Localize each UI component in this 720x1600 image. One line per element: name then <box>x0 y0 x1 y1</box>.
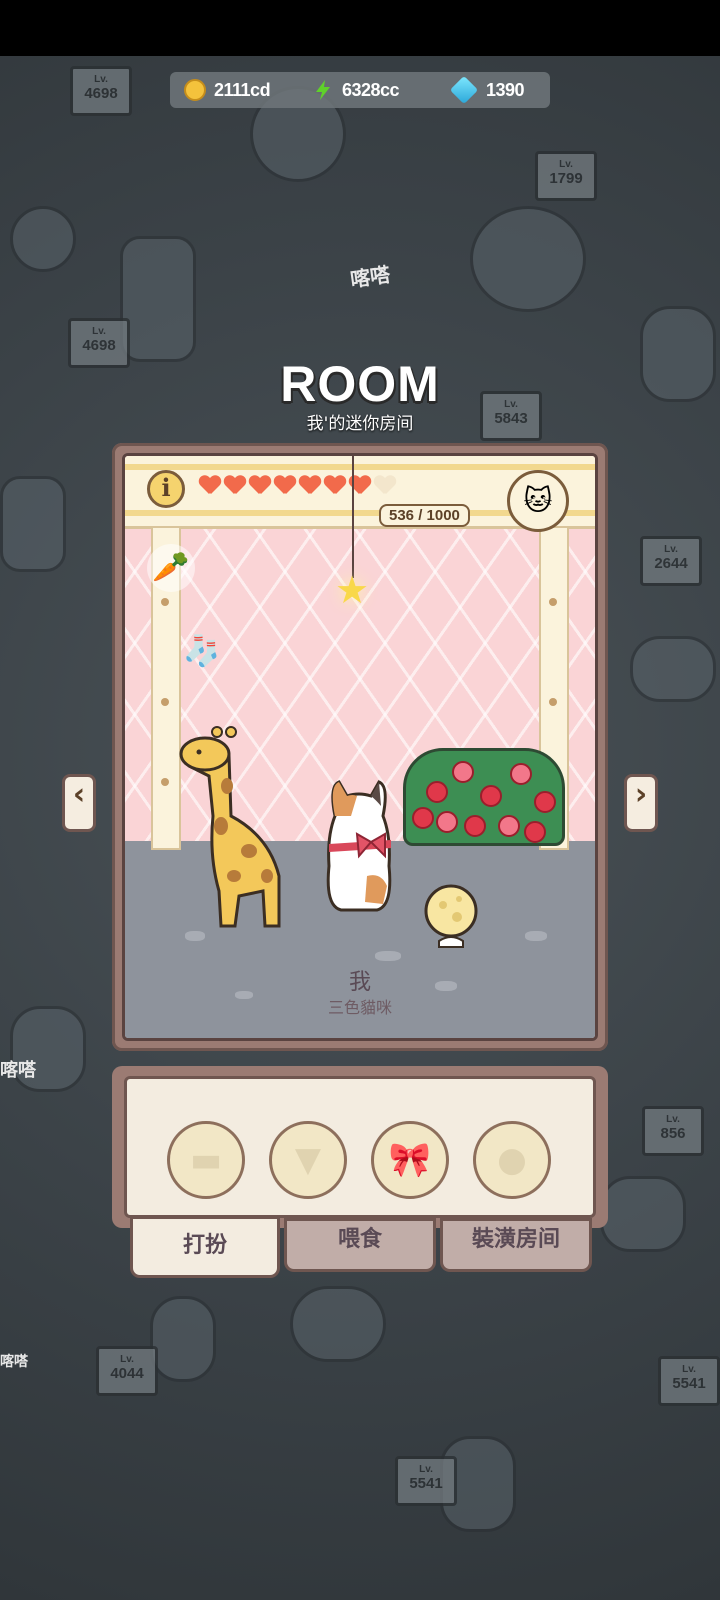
gem-icon <box>449 75 479 105</box>
owner-name: 我 <box>348 970 371 995</box>
collar-slot[interactable]: 🎀 <box>371 1121 449 1199</box>
cat-breed: 三色貓咪 <box>327 998 392 1017</box>
carrot-toy-icon[interactable]: 🥕 <box>147 544 195 592</box>
xp-counter: 536 / 1000 <box>379 504 470 527</box>
level-sign: Lv. 5541 <box>658 1356 720 1406</box>
wardrobe-slots: ▬ ▼ 🎀 ● <box>124 1076 596 1218</box>
calico-cat[interactable] <box>321 776 397 916</box>
energy-value: 6328cc <box>342 79 400 100</box>
lightning-icon <box>316 80 330 100</box>
sound-effect-text: 喀嗒 <box>348 262 392 292</box>
heart-icon <box>224 476 246 496</box>
energy-counter[interactable]: 6328cc <box>312 72 400 108</box>
hat-icon: ▬ <box>189 1140 223 1180</box>
gem-value: 1390 <box>486 79 525 100</box>
chevron-left-icon: ‹ <box>72 777 86 812</box>
level-sign: Lv. 4698 <box>70 66 132 116</box>
previous-room-button[interactable]: ‹ <box>62 774 96 832</box>
page-subtitle: 我'的迷你房间 <box>306 414 414 434</box>
face-slot[interactable]: ● <box>473 1121 551 1199</box>
heart-icon <box>249 476 271 496</box>
page-title: ROOM <box>280 356 440 412</box>
shirt-icon: ▼ <box>294 1140 322 1180</box>
giraffe-plush[interactable] <box>169 726 299 936</box>
coin-value: 2111cd <box>214 79 271 100</box>
level-sign: Lv. 856 <box>642 1106 704 1156</box>
moon-lamp[interactable] <box>423 883 479 951</box>
hanging-star-icon[interactable]: ★ <box>335 571 369 609</box>
coin-counter[interactable]: 2111cd <box>184 72 271 108</box>
tab-feed[interactable]: 喂食 <box>284 1218 436 1272</box>
cat-swap-icon: 🐱 <box>523 484 553 517</box>
switch-cat-button[interactable]: 🐱 <box>507 470 569 532</box>
bow-collar-icon: 🎀 <box>388 1140 432 1180</box>
level-sign: Lv. 1799 <box>535 151 597 201</box>
room-panel: i 536 / 1000 🐱 ★ 🥕 🧦 我 三色貓咪 <box>112 443 608 1051</box>
room-view: i 536 / 1000 🐱 ★ 🥕 🧦 我 三色貓咪 <box>122 453 598 1041</box>
status-bar <box>0 0 720 56</box>
coin-icon <box>184 79 206 101</box>
christmas-sock-icon[interactable]: 🧦 <box>183 634 220 669</box>
chevron-right-icon: › <box>634 777 648 812</box>
heart-icon <box>374 476 396 496</box>
cat-head-icon: ● <box>497 1140 527 1180</box>
sound-effect-text: 喀嗒 <box>0 1354 28 1370</box>
hat-slot[interactable]: ▬ <box>167 1121 245 1199</box>
heart-icon <box>324 476 346 496</box>
currency-bar: 2111cd 6328cc 1390 <box>170 72 550 108</box>
heart-icon <box>199 476 221 496</box>
next-room-button[interactable]: › <box>624 774 658 832</box>
wardrobe-panel: ▬ ▼ 🎀 ● <box>112 1066 608 1228</box>
affection-hearts <box>199 476 396 496</box>
heart-icon <box>274 476 296 496</box>
shirt-slot[interactable]: ▼ <box>269 1121 347 1199</box>
info-button[interactable]: i <box>147 470 185 508</box>
sound-effect-text: 喀嗒 <box>0 1060 36 1081</box>
rose-bush[interactable] <box>403 748 565 846</box>
gem-counter[interactable]: 1390 <box>449 72 525 108</box>
heart-icon <box>299 476 321 496</box>
tab-decorate-room[interactable]: 裝潢房间 <box>440 1218 592 1272</box>
tab-dress-up[interactable]: 打扮 <box>130 1216 280 1278</box>
level-sign: Lv. 4044 <box>96 1346 158 1396</box>
level-sign: Lv. 2644 <box>640 536 702 586</box>
star-string <box>352 456 354 578</box>
level-sign: Lv. 5541 <box>395 1456 457 1506</box>
